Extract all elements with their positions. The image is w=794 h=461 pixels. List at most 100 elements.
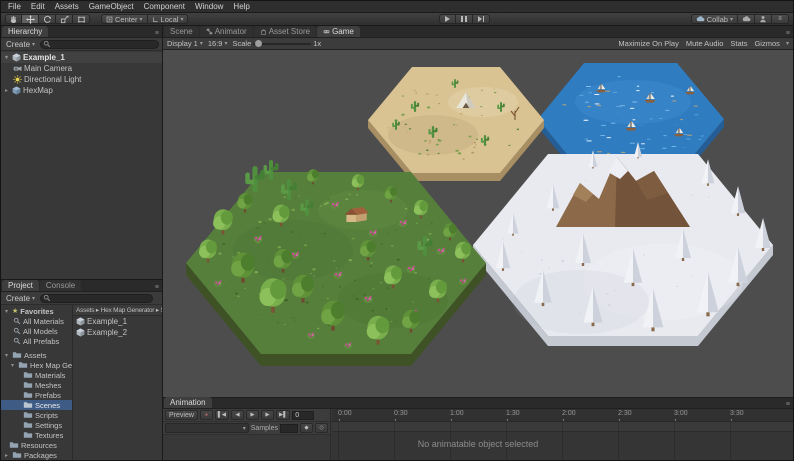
add-keyframe-button[interactable]: ◆ bbox=[300, 423, 313, 433]
menu-assets[interactable]: Assets bbox=[50, 2, 84, 11]
clip-dropdown[interactable]: ▾ bbox=[165, 423, 249, 433]
favorite-all-models[interactable]: All Models bbox=[1, 326, 72, 336]
animation-timeline[interactable]: 0:00 0:30 1:00 1:30 2:00 2:30 3:00 3:30 bbox=[332, 409, 793, 460]
favorite-all-materials[interactable]: All Materials bbox=[1, 316, 72, 326]
frame-field[interactable] bbox=[292, 410, 315, 420]
folder-settings[interactable]: Settings bbox=[1, 420, 72, 430]
scale-slider[interactable] bbox=[253, 40, 312, 47]
star-icon: ★ bbox=[12, 308, 19, 315]
panel-menu-icon[interactable]: ≡ bbox=[786, 401, 790, 408]
cloud-services-button[interactable] bbox=[738, 14, 755, 24]
sand-hex bbox=[368, 67, 544, 181]
maximize-on-play-toggle[interactable]: Maximize On Play bbox=[618, 39, 678, 48]
view-tabstrip: Scene Animator Asset Store Game ≡ bbox=[163, 26, 793, 38]
favorites-row[interactable]: ▾ ★ Favorites bbox=[1, 306, 72, 316]
folder-icon bbox=[23, 432, 33, 438]
menu-help[interactable]: Help bbox=[228, 2, 254, 11]
folder-hex-map-generator[interactable]: ▾ Hex Map Generator bbox=[1, 360, 72, 370]
aspect-dropdown[interactable]: 16:9 ▾ bbox=[208, 39, 228, 48]
tab-animation[interactable]: Animation bbox=[164, 397, 212, 408]
folder-prefabs[interactable]: Prefabs bbox=[1, 390, 72, 400]
slider-thumb[interactable] bbox=[255, 40, 263, 47]
favorite-all-prefabs[interactable]: All Prefabs bbox=[1, 336, 72, 346]
hierarchy-search-input[interactable] bbox=[53, 40, 156, 48]
menu-edit[interactable]: Edit bbox=[26, 2, 50, 11]
hierarchy-search[interactable] bbox=[40, 39, 159, 49]
hierarchy-item-hexmap[interactable]: ▸ HexMap bbox=[1, 85, 162, 96]
folder-scenes-selected[interactable]: Scenes bbox=[1, 400, 72, 410]
grass-hex bbox=[186, 160, 486, 366]
gizmos-dropdown[interactable]: Gizmos ▾ bbox=[754, 39, 789, 48]
hierarchy-item-directional-light[interactable]: Directional Light bbox=[1, 74, 162, 85]
rect-tool-button[interactable] bbox=[73, 14, 90, 24]
menu-component[interactable]: Component bbox=[139, 2, 190, 11]
expander-icon[interactable]: ▾ bbox=[3, 54, 10, 61]
file-example-1[interactable]: Example_1 bbox=[73, 316, 162, 327]
search-icon bbox=[13, 327, 21, 335]
expander-icon[interactable]: ▸ bbox=[3, 87, 10, 94]
pivot-rotation-button[interactable]: Local ▾ bbox=[147, 14, 189, 24]
tab-asset-store[interactable]: Asset Store bbox=[253, 26, 317, 37]
tab-hierarchy[interactable]: Hierarchy bbox=[2, 26, 49, 37]
hierarchy-toolbar: Create ▾ bbox=[1, 38, 162, 51]
project-search[interactable] bbox=[40, 293, 154, 303]
light-icon bbox=[13, 75, 22, 84]
folder-materials[interactable]: Materials bbox=[1, 370, 72, 380]
menu-gameobject[interactable]: GameObject bbox=[84, 2, 139, 11]
scene-row[interactable]: ▾ Example_1 bbox=[1, 52, 162, 63]
breadcrumb[interactable]: Assets ▸ Hex Map Generator ▸ Scenes bbox=[73, 305, 162, 316]
panel-menu-icon[interactable]: ≡ bbox=[155, 284, 159, 291]
folder-resources[interactable]: Resources bbox=[1, 440, 72, 450]
next-key-button[interactable]: ▶ bbox=[261, 410, 275, 420]
tab-scene[interactable]: Scene bbox=[164, 26, 199, 37]
project-search-input[interactable] bbox=[53, 294, 151, 302]
menu-file[interactable]: File bbox=[3, 2, 26, 11]
scale-tool-button[interactable] bbox=[56, 14, 73, 24]
hand-tool-button[interactable] bbox=[5, 14, 22, 24]
caret-down-icon: ▾ bbox=[199, 41, 203, 47]
add-event-button[interactable]: ◇ bbox=[315, 423, 328, 433]
animator-icon bbox=[206, 28, 212, 35]
panel-menu-icon[interactable]: ≡ bbox=[786, 30, 790, 37]
display-dropdown[interactable]: Display 1 ▾ bbox=[167, 39, 203, 48]
tab-game[interactable]: Game bbox=[317, 26, 360, 37]
step-button[interactable] bbox=[473, 14, 490, 24]
panel-menu-icon[interactable]: ≡ bbox=[155, 30, 159, 37]
timeline-ruler[interactable]: 0:00 0:30 1:00 1:30 2:00 2:30 3:00 3:30 bbox=[332, 409, 793, 422]
layers-button[interactable]: ≡ bbox=[772, 14, 789, 24]
pause-button[interactable] bbox=[456, 14, 473, 24]
last-key-button[interactable]: ▶▌ bbox=[276, 410, 291, 420]
collab-button[interactable]: Collab ▾ bbox=[690, 14, 738, 24]
folder-scripts[interactable]: Scripts bbox=[1, 410, 72, 420]
hierarchy-item-main-camera[interactable]: Main Camera bbox=[1, 63, 162, 74]
first-key-button[interactable]: ▌◀ bbox=[214, 410, 230, 420]
mute-audio-toggle[interactable]: Mute Audio bbox=[686, 39, 724, 48]
hierarchy-create-button[interactable]: Create ▾ bbox=[4, 40, 37, 49]
folder-assets[interactable]: ▾ Assets bbox=[1, 350, 72, 360]
account-button[interactable] bbox=[755, 14, 772, 24]
project-create-button[interactable]: Create ▾ bbox=[4, 294, 37, 303]
tab-console[interactable]: Console bbox=[39, 280, 82, 291]
prev-key-button[interactable]: ◀ bbox=[231, 410, 245, 420]
folder-meshes[interactable]: Meshes bbox=[1, 380, 72, 390]
move-tool-button[interactable] bbox=[22, 14, 39, 24]
game-viewport[interactable] bbox=[163, 50, 793, 397]
play-button[interactable] bbox=[439, 14, 456, 24]
folder-textures[interactable]: Textures bbox=[1, 430, 72, 440]
stats-toggle[interactable]: Stats bbox=[730, 39, 747, 48]
pivot-mode-button[interactable]: Center ▾ bbox=[101, 14, 148, 24]
tab-animator[interactable]: Animator bbox=[199, 26, 253, 37]
animation-body: Preview ● ▌◀ ◀ ▶ ▶ ▶▌ ▾ Samples ◆ bbox=[163, 409, 793, 460]
tab-project[interactable]: Project bbox=[2, 280, 39, 291]
cube-icon bbox=[12, 86, 21, 95]
menu-window[interactable]: Window bbox=[190, 2, 228, 11]
record-button[interactable]: ● bbox=[199, 410, 213, 420]
pivot-toggles: Center ▾ Local ▾ bbox=[101, 14, 189, 24]
samples-field[interactable] bbox=[280, 423, 298, 433]
folder-packages[interactable]: ▸ Packages bbox=[1, 450, 72, 460]
preview-toggle[interactable]: Preview bbox=[165, 410, 198, 420]
caret-down-icon: ▾ bbox=[32, 41, 36, 48]
anim-play-button[interactable]: ▶ bbox=[246, 410, 260, 420]
rotate-tool-button[interactable] bbox=[39, 14, 56, 24]
file-example-2[interactable]: Example_2 bbox=[73, 327, 162, 338]
